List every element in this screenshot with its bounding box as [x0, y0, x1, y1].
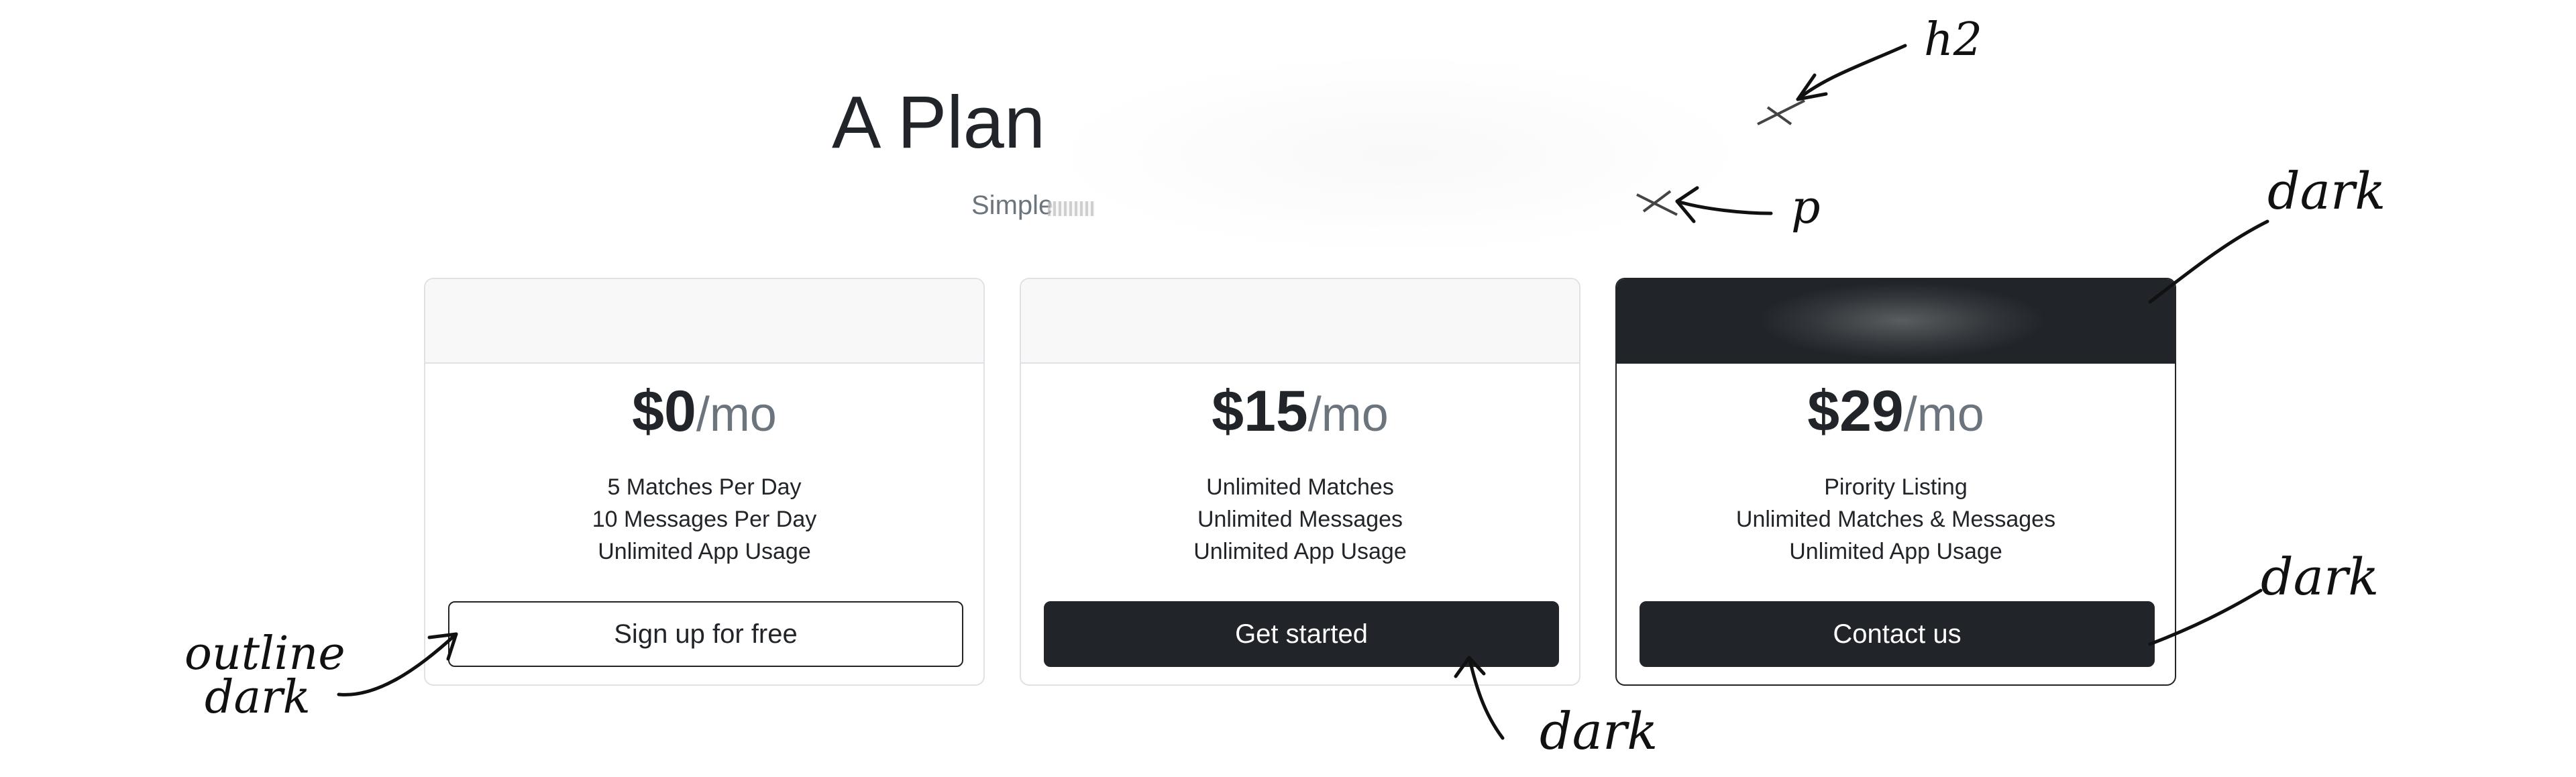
dark-header-line [2148, 219, 2269, 304]
dark-contact-line [2148, 588, 2263, 646]
annotation-arrows [337, 44, 2269, 740]
annotation-h2: h2 [1924, 13, 1983, 66]
h2-arrow [1796, 44, 1907, 101]
annotation-p: p [1791, 181, 1821, 234]
p-arrow [1675, 199, 1773, 215]
h2-scribble [1757, 99, 1805, 125]
annotation-dark-started: dark [1540, 701, 1658, 761]
annotation-outline-dark: dark [205, 671, 311, 724]
annotation-dark-header: dark [2267, 161, 2386, 221]
dark-started-arrow [1467, 656, 1505, 740]
annotation-dark-contact: dark [2261, 547, 2379, 607]
outline-arrow [337, 632, 458, 696]
p-scribble [1636, 190, 1678, 216]
